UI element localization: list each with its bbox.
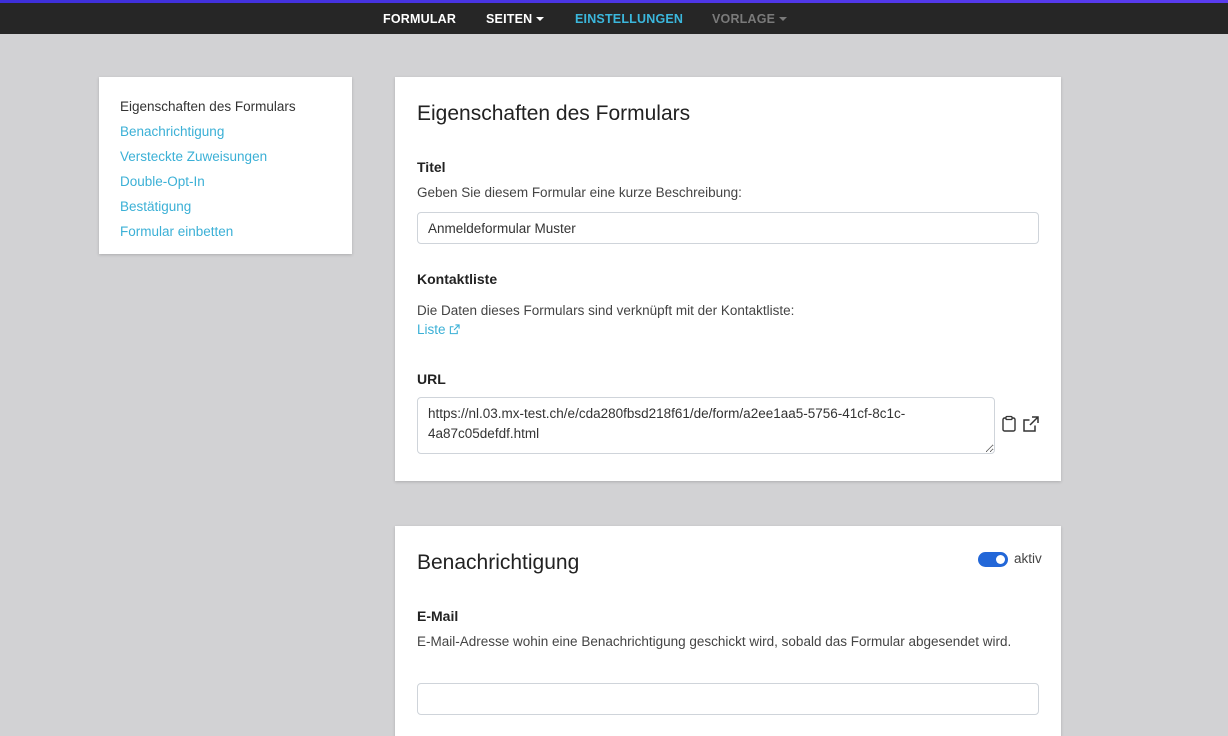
settings-sidebar: Eigenschaften des Formulars Benachrichti…	[99, 77, 352, 254]
email-input[interactable]	[417, 683, 1039, 715]
nav-vorlage-dropdown: VORLAGE	[712, 12, 788, 26]
url-textarea[interactable]: https://nl.03.mx-test.ch/e/cda280fbsd218…	[417, 397, 995, 454]
sidebar-item-versteckte-zuweisungen[interactable]: Versteckte Zuweisungen	[120, 144, 352, 169]
external-link-icon	[450, 324, 460, 335]
url-label: URL	[417, 371, 446, 387]
notification-heading: Benachrichtigung	[417, 551, 580, 574]
contactlist-link-label: Liste	[417, 322, 446, 337]
clipboard-icon[interactable]	[1000, 415, 1018, 433]
sidebar-item-benachrichtigung[interactable]: Benachrichtigung	[120, 119, 352, 144]
notification-card: Benachrichtigung aktiv E-Mail E-Mail-Adr…	[395, 526, 1061, 736]
contactlist-label: Kontaktliste	[417, 271, 498, 287]
external-link-icon[interactable]	[1022, 415, 1040, 433]
nav-vorlage-label: VORLAGE	[712, 12, 776, 26]
contactlist-link[interactable]: Liste	[417, 322, 460, 337]
nav-formular[interactable]: FORMULAR	[383, 12, 456, 26]
nav-seiten-dropdown[interactable]: SEITEN	[486, 12, 545, 26]
email-help: E-Mail-Adresse wohin eine Benachrichtigu…	[417, 634, 1012, 649]
contactlist-help: Die Daten dieses Formulars sind verknüpf…	[417, 303, 795, 318]
email-label: E-Mail	[417, 608, 459, 624]
top-navigation: FORMULAR SEITEN EINSTELLUNGEN VORLAGE	[0, 3, 1228, 34]
title-input[interactable]	[417, 212, 1039, 244]
notification-toggle-label: aktiv	[1014, 551, 1042, 566]
chevron-down-icon	[536, 16, 545, 21]
sidebar-item-formular-einbetten[interactable]: Formular einbetten	[120, 219, 352, 244]
sidebar-item-bestaetigung[interactable]: Bestätigung	[120, 194, 352, 219]
properties-card: Eigenschaften des Formulars Titel Geben …	[395, 77, 1061, 481]
properties-heading: Eigenschaften des Formulars	[417, 102, 691, 125]
notification-toggle[interactable]	[978, 552, 1008, 567]
nav-einstellungen[interactable]: EINSTELLUNGEN	[575, 12, 683, 26]
nav-seiten-label: SEITEN	[486, 12, 533, 26]
title-help: Geben Sie diesem Formular eine kurze Bes…	[417, 185, 742, 200]
title-label: Titel	[417, 159, 446, 175]
sidebar-item-eigenschaften[interactable]: Eigenschaften des Formulars	[120, 94, 352, 119]
chevron-down-icon	[779, 16, 788, 21]
sidebar-item-double-opt-in[interactable]: Double-Opt-In	[120, 169, 352, 194]
